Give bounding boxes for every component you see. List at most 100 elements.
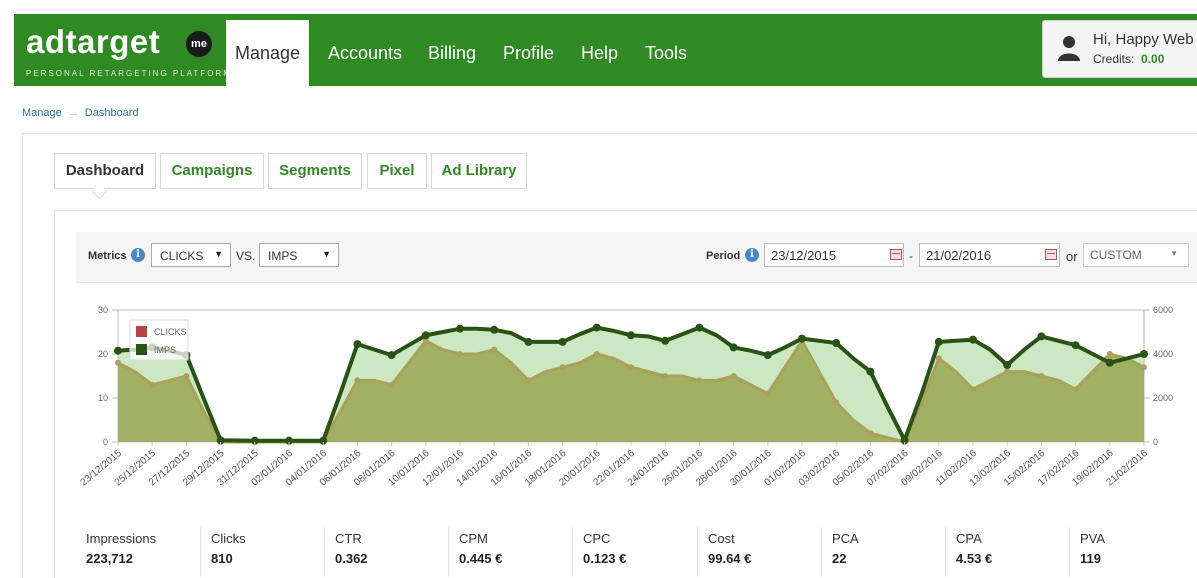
calendar-from-icon[interactable] [890, 249, 902, 260]
stat-value: 223,712 [86, 551, 133, 566]
y-right-tick-label: 6000 [1153, 305, 1173, 315]
clicks-point[interactable] [1106, 351, 1113, 357]
date-to-input[interactable]: 21/02/2016 [919, 243, 1060, 267]
clicks-vs-imps-chart[interactable]: 0 10 20 30 0 2000 4000 6000 23/12/201525/12/201… [76, 292, 1197, 512]
imps-point[interactable] [387, 351, 396, 360]
clicks-point[interactable] [354, 377, 361, 384]
clicks-point[interactable] [1038, 373, 1045, 379]
stat-value: 0.362 [335, 551, 368, 566]
clicks-point[interactable] [867, 430, 874, 437]
tab-dashboard[interactable]: Dashboard [54, 153, 156, 189]
clicks-point[interactable] [628, 364, 634, 371]
tab-pixel[interactable]: Pixel [367, 153, 427, 189]
calendar-to-icon[interactable] [1045, 249, 1057, 260]
nav-billing[interactable]: Billing [420, 20, 484, 86]
imps-point[interactable] [1003, 361, 1012, 369]
stat-label: CPM [459, 531, 488, 546]
imps-point[interactable] [695, 323, 704, 332]
imps-point[interactable] [456, 324, 464, 333]
breadcrumb-dashboard[interactable]: Dashboard [85, 107, 139, 119]
legend-imps-label[interactable]: IMPS [154, 345, 176, 355]
user-greeting: Hi, Happy Web [1093, 31, 1194, 48]
breadcrumb-manage[interactable]: Manage [22, 107, 62, 119]
imps-point[interactable] [490, 325, 499, 334]
imps-point[interactable] [1140, 350, 1148, 358]
clicks-point[interactable] [388, 381, 395, 388]
y-right-tick-label: 0 [1153, 437, 1158, 447]
x-axis-ticks: 23/12/201525/12/201527/12/201529/12/2015… [79, 442, 1150, 488]
chart-legend[interactable]: CLICKS IMPS [129, 319, 189, 361]
imps-point[interactable] [1037, 332, 1046, 341]
stat-label: PCA [832, 531, 859, 546]
imps-point[interactable] [969, 335, 977, 344]
breadcrumb-arrow-icon: → [67, 107, 79, 119]
imps-point[interactable] [866, 367, 875, 376]
clicks-point[interactable] [730, 373, 737, 379]
imps-point[interactable] [1105, 358, 1114, 367]
clicks-point[interactable] [593, 351, 600, 357]
vs-label: VS. [236, 249, 256, 263]
imps-point[interactable] [114, 346, 122, 355]
breadcrumb: Manage → Dashboard [22, 107, 139, 119]
stat-value: 0.123 € [583, 551, 627, 566]
clicks-point[interactable] [833, 399, 840, 406]
clicks-point[interactable] [1141, 364, 1147, 371]
tab-campaigns[interactable]: Campaigns [160, 153, 264, 189]
clicks-point[interactable] [149, 381, 156, 388]
credits-value: 0.00 [1141, 52, 1165, 66]
imps-point[interactable] [1071, 341, 1080, 350]
y-left-tick-label: 10 [98, 393, 108, 403]
clicks-point[interactable] [559, 364, 566, 371]
legend-clicks-label[interactable]: CLICKS [154, 327, 187, 337]
user-account-box[interactable]: Hi, Happy Web Credits: 0.00 [1042, 20, 1197, 78]
imps-point[interactable] [353, 340, 362, 349]
clicks-point[interactable] [662, 373, 669, 379]
metric-b-select[interactable]: IMPS ▼ [259, 243, 339, 267]
imps-point[interactable] [661, 336, 670, 345]
clicks-point[interactable] [115, 359, 121, 366]
nav-help[interactable]: Help [573, 20, 626, 86]
imps-point[interactable] [934, 337, 943, 346]
logo-tagline: PERSONAL RETARGETING PLATFORM [26, 69, 232, 78]
clicks-point[interactable] [696, 377, 703, 384]
period-label: Period [706, 250, 741, 262]
stat-label: CTR [335, 531, 362, 546]
imps-point[interactable] [421, 331, 430, 340]
user-avatar-icon [1058, 36, 1080, 61]
stat-value: 22 [832, 551, 847, 566]
tab-segments[interactable]: Segments [268, 153, 362, 189]
clicks-point[interactable] [970, 386, 976, 393]
clicks-point[interactable] [935, 355, 942, 362]
stat-value: 99.64 € [708, 551, 752, 566]
stat-cpc: CPC 0.123 € [572, 527, 698, 577]
clicks-point[interactable] [1072, 386, 1079, 393]
metrics-info-icon[interactable]: i [131, 248, 145, 262]
clicks-point[interactable] [457, 351, 463, 357]
metric-a-select[interactable]: CLICKS ▼ [151, 243, 231, 267]
imps-point[interactable] [729, 343, 738, 352]
logo-badge: me [186, 31, 212, 57]
nav-tools[interactable]: Tools [637, 20, 695, 86]
y-right-tick-label: 4000 [1153, 349, 1173, 359]
imps-point[interactable] [524, 337, 533, 346]
y-left-tick-label: 0 [103, 437, 108, 447]
stat-label: Clicks [211, 531, 246, 546]
clicks-point[interactable] [1004, 368, 1011, 375]
clicks-point[interactable] [183, 373, 190, 379]
clicks-point[interactable] [764, 390, 771, 397]
nav-accounts[interactable]: Accounts [320, 20, 410, 86]
period-info-icon[interactable]: i [745, 248, 759, 262]
clicks-point[interactable] [525, 377, 532, 384]
imps-point[interactable] [558, 337, 567, 346]
imps-point[interactable] [627, 331, 635, 340]
clicks-point[interactable] [491, 346, 498, 353]
tab-ad-library[interactable]: Ad Library [431, 153, 527, 189]
imps-point[interactable] [763, 351, 772, 360]
imps-point[interactable] [592, 323, 601, 332]
imps-point[interactable] [798, 334, 806, 343]
nav-profile[interactable]: Profile [495, 20, 562, 86]
date-range-select[interactable]: CUSTOM ▼ [1083, 243, 1189, 267]
nav-manage[interactable]: Manage [226, 20, 310, 86]
imps-point[interactable] [832, 339, 841, 347]
date-from-input[interactable]: 23/12/2015 [764, 243, 904, 267]
